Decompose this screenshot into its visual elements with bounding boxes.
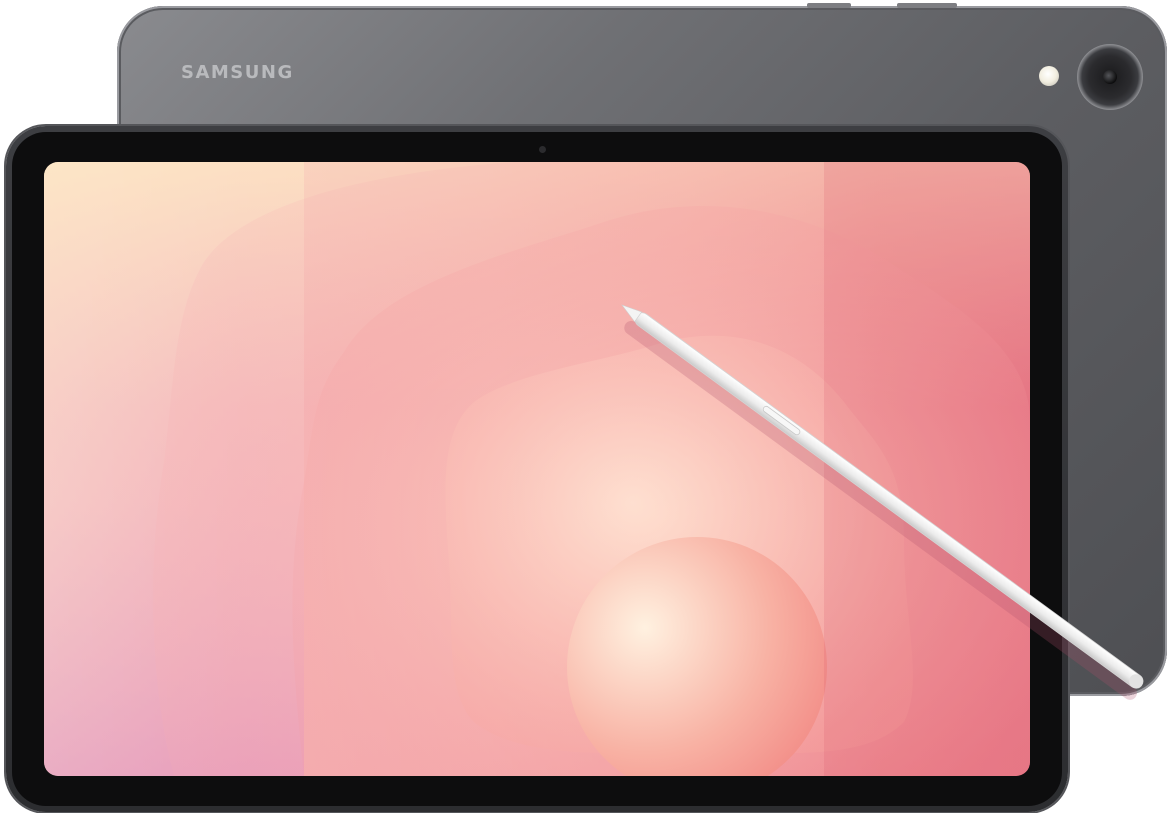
wallpaper-screen — [44, 162, 1030, 776]
wallpaper-graphic — [44, 162, 1030, 776]
camera-lens — [1103, 70, 1117, 84]
tablet-front — [6, 126, 1068, 812]
product-photo: SAMSUNG — [0, 0, 1171, 813]
volume-button — [807, 3, 851, 8]
samsung-logo: SAMSUNG — [181, 62, 294, 83]
camera-flash — [1039, 66, 1059, 86]
rear-camera-icon — [1077, 44, 1143, 110]
front-camera-icon — [539, 146, 546, 153]
power-button — [897, 3, 957, 8]
